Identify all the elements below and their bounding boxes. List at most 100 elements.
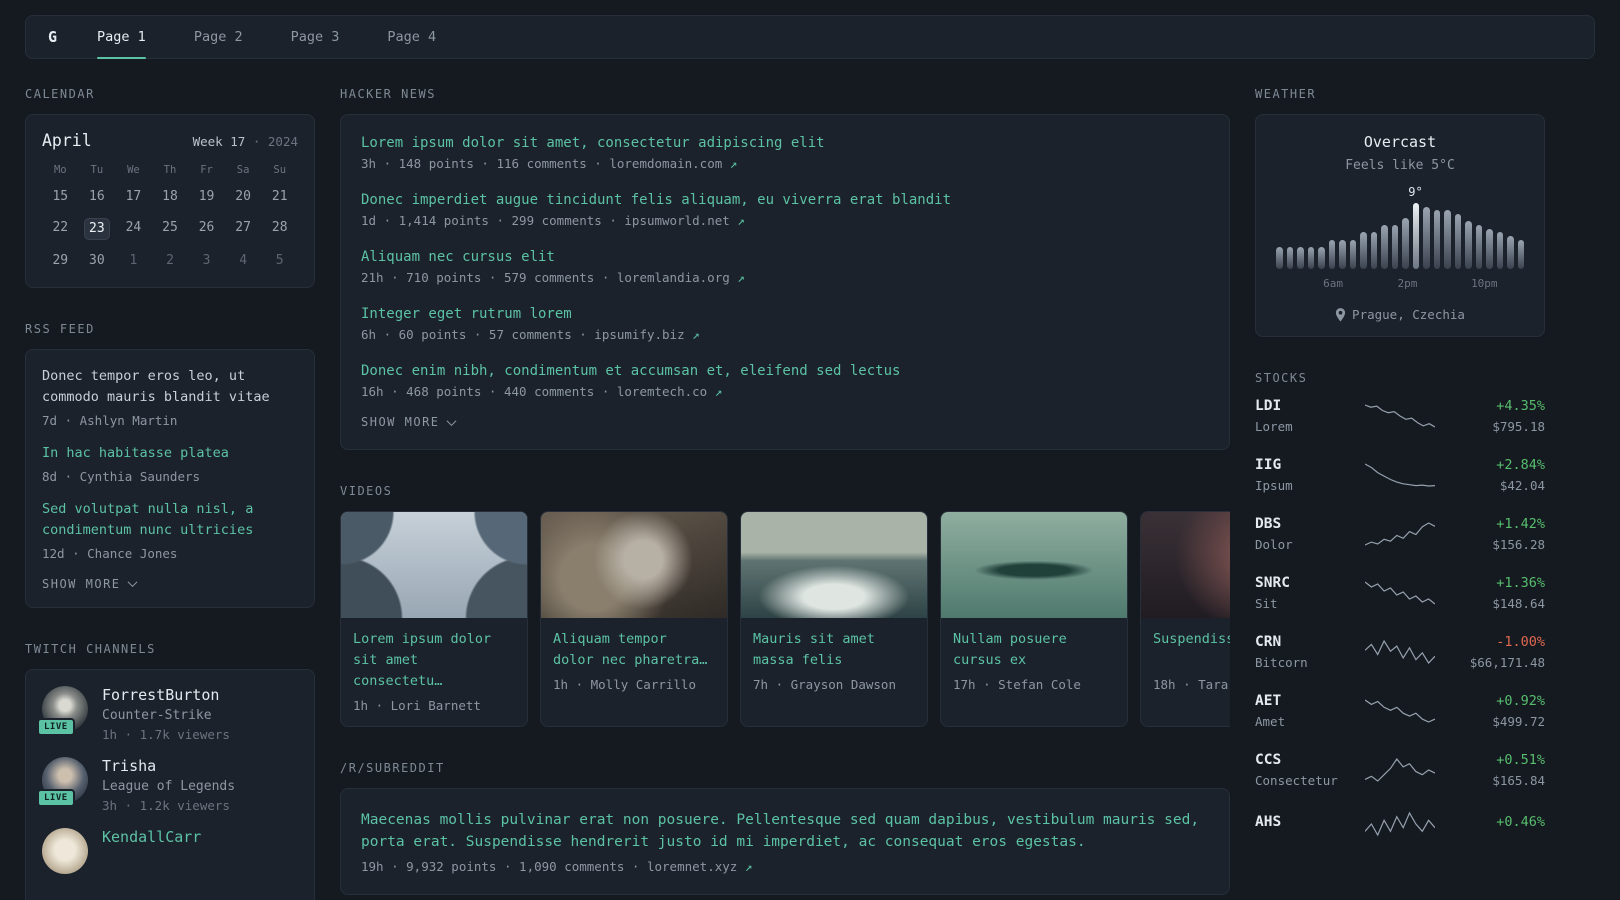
twitch-channel-row[interactable]: LIVE Trisha League of Legends 3h · 1.2k … bbox=[37, 756, 298, 813]
weather-time-label: 10pm bbox=[1471, 277, 1498, 290]
stocks-widget: STOCKS LDI Lorem +4.35% $795.18 IIG Ipsu… bbox=[1255, 371, 1545, 837]
stock-row[interactable]: DBS Dolor +1.42% $156.28 bbox=[1255, 516, 1545, 552]
rss-show-more-button[interactable]: SHOW MORE bbox=[42, 577, 137, 591]
hn-item-domain-link[interactable]: loremlandia.org ↗ bbox=[617, 270, 745, 285]
video-card[interactable]: Nullam posuere cursus ex 17h · Stefan Co… bbox=[940, 511, 1128, 727]
stock-ticker: IIG bbox=[1255, 457, 1282, 473]
stock-row[interactable]: CRN Bitcorn -1.00% $66,171.48 bbox=[1255, 634, 1545, 670]
chevron-down-icon bbox=[446, 415, 456, 426]
page-tabs: Page 1 Page 2 Page 3 Page 4 bbox=[97, 16, 436, 59]
twitch-channel-row[interactable]: LIVE ForrestBurton Counter-Strike 1h · 1… bbox=[37, 685, 298, 742]
weather-hour-bar bbox=[1496, 232, 1503, 269]
calendar-day: 29 bbox=[52, 253, 69, 268]
chevron-down-icon bbox=[127, 577, 137, 588]
channel-game: Counter-Strike bbox=[102, 707, 212, 723]
weather-card: Overcast Feels like 5°C 9° 6am 2pm 10pm … bbox=[1255, 114, 1545, 337]
hn-item: Aliquam nec cursus elit 21h · 710 points… bbox=[361, 249, 1209, 285]
weather-hour-bar bbox=[1328, 239, 1335, 269]
hn-item-domain-link[interactable]: ipsumify.biz ↗ bbox=[594, 327, 699, 342]
tab-page-3[interactable]: Page 3 bbox=[291, 16, 340, 58]
hn-item-domain-link[interactable]: loremdomain.com ↗ bbox=[609, 156, 737, 171]
stocks-section-title: STOCKS bbox=[1255, 371, 1308, 385]
video-card[interactable]: Lorem ipsum dolor sit amet consectetu… 1… bbox=[340, 511, 528, 727]
rss-item-title[interactable]: Donec tempor eros leo, ut commodo mauris… bbox=[42, 366, 298, 408]
video-title[interactable]: Nullam posuere cursus ex bbox=[953, 629, 1115, 671]
hn-item-title[interactable]: Aliquam nec cursus elit bbox=[361, 249, 1209, 265]
rss-item-title[interactable]: Sed volutpat nulla nisl, a condimentum n… bbox=[42, 499, 298, 541]
stock-row[interactable]: CCS Consectetur +0.51% $165.84 bbox=[1255, 752, 1545, 788]
stock-row[interactable]: LDI Lorem +4.35% $795.18 bbox=[1255, 398, 1545, 434]
stock-id: DBS Dolor bbox=[1255, 516, 1351, 552]
hn-item-meta: 1d · 1,414 points · 299 comments · ipsum… bbox=[361, 213, 1209, 228]
video-title[interactable]: Lorem ipsum dolor sit amet consectetu… bbox=[353, 629, 515, 692]
stock-row[interactable]: AHS +0.46% bbox=[1255, 811, 1545, 837]
video-title[interactable]: Mauris sit amet massa felis bbox=[753, 629, 915, 671]
app-logo[interactable]: G bbox=[48, 16, 57, 58]
external-link-icon: ↗ bbox=[729, 156, 738, 171]
stock-price: $148.64 bbox=[1492, 596, 1545, 611]
video-thumbnail[interactable] bbox=[1141, 512, 1230, 618]
video-thumbnail[interactable] bbox=[941, 512, 1127, 618]
tab-page-4[interactable]: Page 4 bbox=[387, 16, 436, 58]
subreddit-card: Maecenas mollis pulvinar erat non posuer… bbox=[340, 787, 1230, 895]
video-title[interactable]: Suspendisse diam bbox=[1153, 629, 1230, 671]
hn-item-stats: 6h · 60 points · 57 comments · bbox=[361, 327, 595, 342]
subreddit-post-title[interactable]: Maecenas mollis pulvinar erat non posuer… bbox=[361, 809, 1209, 854]
weather-peak-label: 9° bbox=[1408, 185, 1423, 199]
video-card[interactable]: Aliquam tempor dolor nec pharetra… 1h · … bbox=[540, 511, 728, 727]
location-pin-icon bbox=[1335, 307, 1346, 321]
hn-item-title[interactable]: Lorem ipsum dolor sit amet, consectetur … bbox=[361, 135, 1209, 151]
calendar-day: 18 bbox=[162, 189, 178, 204]
video-card[interactable]: Suspendisse diam 18h · Tara bbox=[1140, 511, 1230, 727]
channel-name[interactable]: ForrestBurton bbox=[102, 686, 219, 704]
video-meta: 17h · Stefan Cole bbox=[953, 677, 1081, 692]
stock-row[interactable]: SNRC Sit +1.36% $148.64 bbox=[1255, 575, 1545, 611]
weather-hour-bar bbox=[1370, 232, 1377, 269]
stock-price: $165.84 bbox=[1492, 773, 1545, 788]
hn-item-title[interactable]: Integer eget rutrum lorem bbox=[361, 306, 1209, 322]
tab-page-1[interactable]: Page 1 bbox=[97, 16, 146, 59]
video-thumbnail[interactable] bbox=[741, 512, 927, 618]
stock-ticker: AHS bbox=[1255, 813, 1282, 830]
external-link-icon: ↗ bbox=[714, 384, 723, 399]
hn-show-more-button[interactable]: SHOW MORE bbox=[361, 415, 456, 429]
channel-name[interactable]: KendallCarr bbox=[102, 828, 201, 846]
calendar-weekday: Th bbox=[163, 164, 177, 176]
hackernews-card: Lorem ipsum dolor sit amet, consectetur … bbox=[340, 114, 1230, 450]
subreddit-post-domain: loremnet.xyz bbox=[646, 858, 738, 874]
video-title[interactable]: Aliquam tempor dolor nec pharetra… bbox=[553, 629, 715, 671]
stock-row[interactable]: AET Amet +0.92% $499.72 bbox=[1255, 693, 1545, 729]
hn-show-more-label: SHOW MORE bbox=[361, 415, 440, 429]
twitch-channel-row[interactable]: KendallCarr bbox=[42, 827, 298, 874]
hn-item-title[interactable]: Donec imperdiet augue tincidunt felis al… bbox=[361, 192, 1209, 208]
stock-row[interactable]: IIG Ipsum +2.84% $42.04 bbox=[1255, 457, 1545, 493]
calendar-day-next-month: 3 bbox=[202, 253, 211, 268]
weather-hour-bar bbox=[1444, 210, 1451, 269]
calendar-weekday: Fr bbox=[200, 164, 213, 176]
hn-item-domain-link[interactable]: ipsumworld.net ↗ bbox=[624, 213, 744, 228]
video-card-body: Suspendisse diam 18h · Tara bbox=[1141, 618, 1230, 705]
video-thumbnail[interactable] bbox=[541, 512, 727, 618]
calendar-weekday: Su bbox=[273, 164, 287, 176]
video-card[interactable]: Mauris sit amet massa felis 7h · Grayson… bbox=[740, 511, 928, 727]
channel-info: Trisha League of Legends 3h · 1.2k viewe… bbox=[102, 757, 235, 813]
rss-item-title[interactable]: In hac habitasse platea bbox=[42, 443, 298, 464]
tab-page-2[interactable]: Page 2 bbox=[194, 16, 243, 58]
calendar-week-label: Week 17 · 2024 bbox=[193, 134, 298, 149]
calendar-section-title: CALENDAR bbox=[25, 87, 95, 101]
stock-sparkline bbox=[1351, 757, 1449, 783]
subreddit-post-domain-link[interactable]: loremnet.xyz ↗ bbox=[647, 859, 752, 874]
hn-item-title[interactable]: Donec enim nibh, condimentum et accumsan… bbox=[361, 363, 1209, 379]
live-badge: LIVE bbox=[37, 717, 75, 736]
stocks-list: LDI Lorem +4.35% $795.18 IIG Ipsum +2.84… bbox=[1255, 398, 1545, 837]
channel-name[interactable]: Trisha bbox=[102, 757, 156, 775]
video-meta: 1h · Lori Barnett bbox=[353, 697, 481, 713]
weather-hour-bar bbox=[1307, 247, 1314, 269]
video-thumbnail[interactable] bbox=[341, 512, 527, 618]
calendar-year: 2024 bbox=[267, 134, 298, 149]
stock-price: $66,171.48 bbox=[1469, 655, 1545, 670]
hn-item-domain-link[interactable]: loremtech.co ↗ bbox=[617, 384, 722, 399]
left-column: CALENDAR April Week 17 · 2024 Mo Tu We T… bbox=[25, 87, 315, 900]
stock-id: AET Amet bbox=[1255, 693, 1351, 729]
video-meta: 1h · Molly Carrillo bbox=[553, 677, 696, 692]
